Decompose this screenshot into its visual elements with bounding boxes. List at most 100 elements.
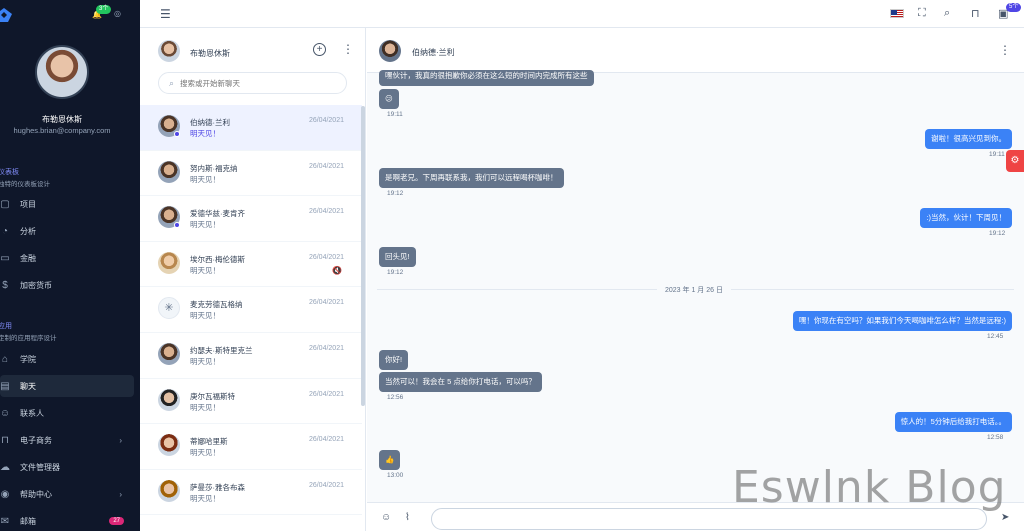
- sidebar-item-label: 分析: [20, 226, 36, 236]
- cloud-icon: ☁: [0, 461, 10, 473]
- sidebar-item-projects[interactable]: ▢ 项目: [0, 193, 134, 215]
- contact-date: 26/04/2021: [308, 162, 344, 170]
- message-outgoing: 惊人的！5分钟后给我打电话。。: [894, 412, 1012, 432]
- academic-cap-icon: ⌂: [1, 353, 9, 365]
- contact-item[interactable]: 爱德华兹·麦肯齐 明天见！ 26/04/2021: [140, 196, 362, 242]
- message-time: 12:45: [987, 333, 1004, 340]
- contact-item[interactable]: 庚尔瓦福斯特 明天见！ 26/04/2021: [140, 379, 362, 425]
- message-time: 19:12: [989, 230, 1006, 237]
- watermark: Eswlnk Blog: [732, 462, 1007, 513]
- conversation-avatar[interactable]: [379, 40, 401, 62]
- section-title-apps: 应用: [0, 323, 12, 330]
- contact-avatar: [158, 434, 180, 457]
- contact-date: 26/04/2021: [308, 390, 344, 398]
- message-outgoing: 谢啦！很高兴见到你。: [925, 129, 1012, 149]
- message-time: 19:12: [387, 269, 404, 276]
- sidebar-item-contacts[interactable]: ☺ 联系人: [0, 402, 134, 424]
- user-avatar[interactable]: [35, 45, 89, 99]
- contact-date: 26/04/2021: [308, 299, 344, 307]
- more-vertical-icon[interactable]: ⋮: [342, 42, 354, 56]
- contact-date: 26/04/2021: [308, 117, 344, 124]
- contact-last-message: 明天见！: [190, 174, 220, 184]
- sidebar-item-label: 邮箱: [20, 516, 36, 526]
- conversation-panel: 伯纳德·兰利 ⋮ 嘿伙计，我真的很抱歉你必须在这么短的时间内完成所有这些 😕 1…: [367, 28, 1024, 531]
- paperclip-icon[interactable]: ⌇: [405, 512, 410, 523]
- message-incoming: 👍: [379, 450, 401, 470]
- user-circle-icon[interactable]: ◎: [114, 9, 121, 18]
- sidebar-item-label: 电子商务: [20, 435, 52, 445]
- notification-badge: 3个: [96, 5, 112, 14]
- contact-last-message: 明天见！: [190, 493, 220, 503]
- top-bar: ☰ ⛶ ⌕ ⊓ ▣ 5个: [140, 0, 1024, 28]
- contact-name: 努内斯·福克纳: [190, 163, 238, 173]
- help-icon: ◉: [0, 488, 10, 500]
- message-incoming: 😕: [379, 89, 399, 109]
- contact-avatar: [158, 160, 180, 183]
- my-avatar[interactable]: [158, 40, 180, 62]
- section-title-dashboards: 仪表板: [0, 169, 19, 176]
- new-chat-button[interactable]: +: [313, 43, 326, 56]
- contact-item[interactable]: 约瑟夫·斯特里克兰 明天见！ 26/04/2021: [140, 333, 362, 379]
- message-incoming: 是啊老兄。下周再联系我，我们可以远程喝杯咖啡！: [379, 168, 564, 188]
- message-time: 19:11: [989, 151, 1005, 158]
- sidebar-item-crypto[interactable]: $ 加密货币: [0, 274, 134, 296]
- sidebar: 🔔 3个 ◎ 布勒恩休斯 hughes.brian@company.com 仪表…: [0, 0, 140, 531]
- chevron-right-icon: ›: [119, 489, 122, 499]
- contact-date: 26/04/2021: [308, 481, 344, 489]
- search-icon[interactable]: ⌕: [944, 7, 950, 20]
- hamburger-menu-icon[interactable]: ☰: [160, 7, 171, 21]
- sidebar-item-ecommerce[interactable]: ⊓ 电子商务 ›: [0, 429, 134, 451]
- contact-item[interactable]: 伯纳德·兰利 明天见！ 26/04/2021: [140, 105, 362, 151]
- contact-name: 约瑟夫·斯特里克兰: [190, 345, 253, 355]
- sidebar-item-label: 项目: [20, 199, 36, 209]
- send-icon[interactable]: ➤: [1001, 512, 1009, 523]
- sidebar-item-help-center[interactable]: ◉ 帮助中心 ›: [0, 483, 134, 505]
- conversation-header: 伯纳德·兰利 ⋮: [367, 28, 1024, 73]
- mute-icon: 🔇: [332, 265, 342, 275]
- user-name: 布勒恩休斯: [42, 115, 82, 124]
- settings-gear-icon[interactable]: ⚙: [1006, 150, 1024, 172]
- bookmark-icon[interactable]: ⊓: [971, 7, 980, 20]
- sidebar-item-finance[interactable]: ▭ 金融: [0, 247, 134, 269]
- contact-name: 麦克劳德瓦格纳: [190, 300, 243, 310]
- sidebar-item-label: 学院: [20, 354, 36, 364]
- sidebar-item-label: 金融: [20, 253, 36, 263]
- sidebar-item-file-manager[interactable]: ☁ 文件管理器: [0, 456, 134, 478]
- chat-search-input[interactable]: [180, 78, 331, 88]
- chat-search[interactable]: ⌕: [158, 72, 347, 94]
- sidebar-item-analytics[interactable]: ◔ 分析: [0, 220, 134, 242]
- emoji-icon[interactable]: ☺: [381, 512, 391, 523]
- message-incoming: 回头见!: [379, 247, 416, 267]
- contact-avatar: [158, 342, 180, 365]
- section-subtitle-dashboards: 独特的仪表板设计: [0, 181, 50, 188]
- conversation-contact-name: 伯纳德·兰利: [412, 48, 455, 57]
- contact-item[interactable]: ✳ 麦克劳德瓦格纳 明天见！ 26/04/2021: [140, 287, 362, 333]
- contact-item[interactable]: 萨曼莎·雅各布森 明天见！ 26/04/2021: [140, 470, 362, 516]
- more-vertical-icon[interactable]: ⋮: [999, 43, 1011, 57]
- chart-pie-icon: ◔: [1, 225, 9, 237]
- cash-icon: ▭: [0, 252, 10, 264]
- message-outgoing: :)当然，伙计！下周见！: [920, 208, 1012, 228]
- sidebar-item-label: 加密货币: [20, 280, 52, 290]
- sidebar-item-academy[interactable]: ⌂ 学院: [0, 348, 134, 370]
- message-incoming: 嘿伙计，我真的很抱歉你必须在这么短的时间内完成所有这些: [379, 70, 594, 86]
- contact-item[interactable]: 埃尔西·梅伦德斯 明天见！ 26/04/2021 🔇: [140, 242, 362, 288]
- contact-name: 萨曼莎·雅各布森: [190, 482, 245, 492]
- sidebar-item-mailbox[interactable]: ✉ 邮箱 27: [0, 510, 134, 531]
- sidebar-header: 🔔 3个 ◎: [0, 0, 140, 30]
- contact-avatar: [158, 388, 180, 411]
- date-divider: 2023 年 1 月 26 日: [657, 285, 731, 295]
- fullscreen-icon[interactable]: ⛶: [918, 7, 926, 20]
- message-time: 19:11: [387, 111, 403, 118]
- contact-last-message: 明天见！: [190, 311, 220, 321]
- chat-list-scrollbar[interactable]: [361, 106, 365, 406]
- contact-date: 26/04/2021: [308, 253, 344, 261]
- sidebar-item-chat[interactable]: ▤ 聊天: [0, 375, 134, 397]
- contact-list: 伯纳德·兰利 明天见！ 26/04/2021 努内斯·福克纳 明天见！ 26/0…: [140, 105, 362, 516]
- contact-avatar: [158, 251, 180, 274]
- contact-item[interactable]: 蒂娜哈里斯 明天见！ 26/04/2021: [140, 424, 362, 470]
- us-flag-icon[interactable]: [890, 9, 904, 18]
- contact-name: 庚尔瓦福斯特: [190, 391, 235, 401]
- contact-item[interactable]: 努内斯·福克纳 明天见！ 26/04/2021: [140, 151, 362, 197]
- contact-name: 蒂娜哈里斯: [190, 437, 228, 447]
